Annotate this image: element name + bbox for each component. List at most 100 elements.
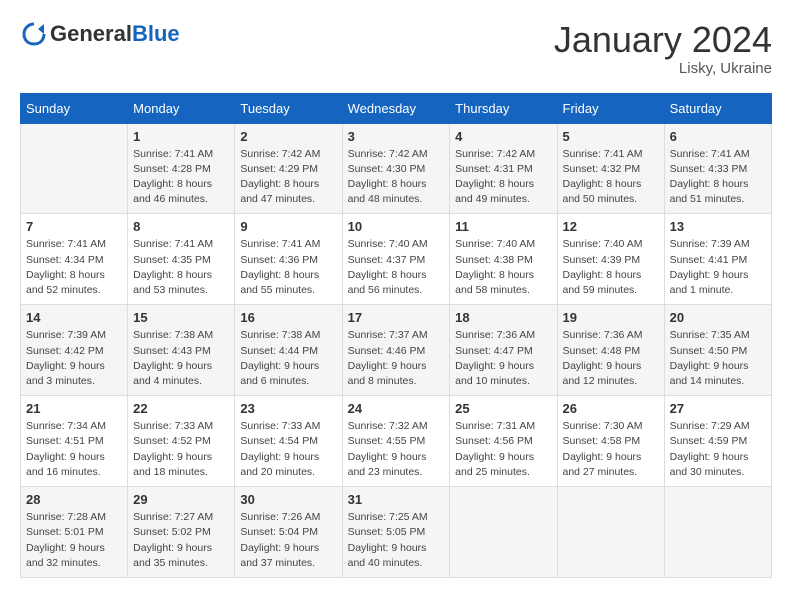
day-number: 14 bbox=[26, 310, 122, 325]
day-number: 23 bbox=[240, 401, 336, 416]
logo-icon bbox=[20, 20, 48, 48]
logo-general: General bbox=[50, 21, 132, 46]
calendar-cell: 11 Sunrise: 7:40 AMSunset: 4:38 PMDayligh… bbox=[450, 214, 557, 305]
day-detail: Sunrise: 7:39 AMSunset: 4:41 PMDaylight:… bbox=[670, 237, 766, 298]
month-title: January 2024 bbox=[554, 20, 772, 60]
day-detail: Sunrise: 7:38 AMSunset: 4:44 PMDaylight:… bbox=[240, 328, 336, 389]
day-number: 28 bbox=[26, 492, 122, 507]
day-detail: Sunrise: 7:38 AMSunset: 4:43 PMDaylight:… bbox=[133, 328, 229, 389]
day-detail: Sunrise: 7:41 AMSunset: 4:33 PMDaylight:… bbox=[670, 147, 766, 208]
logo: GeneralBlue bbox=[20, 20, 180, 48]
calendar-cell: 16 Sunrise: 7:38 AMSunset: 4:44 PMDayligh… bbox=[235, 305, 342, 396]
weekday-header-monday: Monday bbox=[128, 93, 235, 123]
day-detail: Sunrise: 7:42 AMSunset: 4:30 PMDaylight:… bbox=[348, 147, 445, 208]
day-detail: Sunrise: 7:33 AMSunset: 4:54 PMDaylight:… bbox=[240, 419, 336, 480]
day-detail: Sunrise: 7:36 AMSunset: 4:48 PMDaylight:… bbox=[563, 328, 659, 389]
day-number: 4 bbox=[455, 129, 551, 144]
day-number: 26 bbox=[563, 401, 659, 416]
day-detail: Sunrise: 7:31 AMSunset: 4:56 PMDaylight:… bbox=[455, 419, 551, 480]
weekday-header-tuesday: Tuesday bbox=[235, 93, 342, 123]
day-number: 2 bbox=[240, 129, 336, 144]
day-detail: Sunrise: 7:35 AMSunset: 4:50 PMDaylight:… bbox=[670, 328, 766, 389]
calendar-cell: 4 Sunrise: 7:42 AMSunset: 4:31 PMDaylight… bbox=[450, 123, 557, 214]
calendar-cell: 23 Sunrise: 7:33 AMSunset: 4:54 PMDayligh… bbox=[235, 396, 342, 487]
calendar-cell: 27 Sunrise: 7:29 AMSunset: 4:59 PMDayligh… bbox=[664, 396, 771, 487]
day-detail: Sunrise: 7:25 AMSunset: 5:05 PMDaylight:… bbox=[348, 510, 445, 571]
calendar-cell: 25 Sunrise: 7:31 AMSunset: 4:56 PMDayligh… bbox=[450, 396, 557, 487]
day-number: 29 bbox=[133, 492, 229, 507]
day-detail: Sunrise: 7:28 AMSunset: 5:01 PMDaylight:… bbox=[26, 510, 122, 571]
day-detail: Sunrise: 7:41 AMSunset: 4:35 PMDaylight:… bbox=[133, 237, 229, 298]
day-detail: Sunrise: 7:36 AMSunset: 4:47 PMDaylight:… bbox=[455, 328, 551, 389]
calendar-cell: 14 Sunrise: 7:39 AMSunset: 4:42 PMDayligh… bbox=[21, 305, 128, 396]
day-detail: Sunrise: 7:26 AMSunset: 5:04 PMDaylight:… bbox=[240, 510, 336, 571]
day-number: 19 bbox=[563, 310, 659, 325]
day-number: 22 bbox=[133, 401, 229, 416]
day-number: 11 bbox=[455, 219, 551, 234]
calendar-table: SundayMondayTuesdayWednesdayThursdayFrid… bbox=[20, 93, 772, 578]
day-detail: Sunrise: 7:33 AMSunset: 4:52 PMDaylight:… bbox=[133, 419, 229, 480]
calendar-cell: 28 Sunrise: 7:28 AMSunset: 5:01 PMDayligh… bbox=[21, 487, 128, 578]
day-number: 15 bbox=[133, 310, 229, 325]
day-number: 25 bbox=[455, 401, 551, 416]
calendar-cell: 9 Sunrise: 7:41 AMSunset: 4:36 PMDaylight… bbox=[235, 214, 342, 305]
day-number: 31 bbox=[348, 492, 445, 507]
weekday-header-friday: Friday bbox=[557, 93, 664, 123]
calendar-cell: 19 Sunrise: 7:36 AMSunset: 4:48 PMDayligh… bbox=[557, 305, 664, 396]
day-number: 12 bbox=[563, 219, 659, 234]
day-detail: Sunrise: 7:41 AMSunset: 4:28 PMDaylight:… bbox=[133, 147, 229, 208]
calendar-cell: 31 Sunrise: 7:25 AMSunset: 5:05 PMDayligh… bbox=[342, 487, 450, 578]
calendar-cell: 21Sunrise: 7:34 AMSunset: 4:51 PMDayligh… bbox=[21, 396, 128, 487]
weekday-header-saturday: Saturday bbox=[664, 93, 771, 123]
day-detail: Sunrise: 7:42 AMSunset: 4:29 PMDaylight:… bbox=[240, 147, 336, 208]
day-detail: Sunrise: 7:27 AMSunset: 5:02 PMDaylight:… bbox=[133, 510, 229, 571]
calendar-cell bbox=[21, 123, 128, 214]
page-header: GeneralBlue January 2024 Lisky, Ukraine bbox=[20, 20, 772, 77]
day-number: 18 bbox=[455, 310, 551, 325]
title-block: January 2024 Lisky, Ukraine bbox=[554, 20, 772, 77]
day-number: 16 bbox=[240, 310, 336, 325]
weekday-header-wednesday: Wednesday bbox=[342, 93, 450, 123]
calendar-cell: 13Sunrise: 7:39 AMSunset: 4:41 PMDayligh… bbox=[664, 214, 771, 305]
day-number: 10 bbox=[348, 219, 445, 234]
day-number: 9 bbox=[240, 219, 336, 234]
day-number: 30 bbox=[240, 492, 336, 507]
calendar-cell: 1 Sunrise: 7:41 AMSunset: 4:28 PMDaylight… bbox=[128, 123, 235, 214]
weekday-header-sunday: Sunday bbox=[21, 93, 128, 123]
calendar-cell: 8 Sunrise: 7:41 AMSunset: 4:35 PMDaylight… bbox=[128, 214, 235, 305]
weekday-header-thursday: Thursday bbox=[450, 93, 557, 123]
day-number: 8 bbox=[133, 219, 229, 234]
day-detail: Sunrise: 7:41 AMSunset: 4:34 PMDaylight:… bbox=[26, 237, 122, 298]
day-detail: Sunrise: 7:40 AMSunset: 4:38 PMDaylight:… bbox=[455, 237, 551, 298]
calendar-cell: 3Sunrise: 7:42 AMSunset: 4:30 PMDaylight… bbox=[342, 123, 450, 214]
calendar-cell: 17Sunrise: 7:37 AMSunset: 4:46 PMDayligh… bbox=[342, 305, 450, 396]
day-number: 7 bbox=[26, 219, 122, 234]
calendar-cell: 7 Sunrise: 7:41 AMSunset: 4:34 PMDaylight… bbox=[21, 214, 128, 305]
logo-blue: Blue bbox=[132, 21, 180, 46]
day-detail: Sunrise: 7:42 AMSunset: 4:31 PMDaylight:… bbox=[455, 147, 551, 208]
day-detail: Sunrise: 7:32 AMSunset: 4:55 PMDaylight:… bbox=[348, 419, 445, 480]
day-detail: Sunrise: 7:40 AMSunset: 4:39 PMDaylight:… bbox=[563, 237, 659, 298]
calendar-cell: 30 Sunrise: 7:26 AMSunset: 5:04 PMDayligh… bbox=[235, 487, 342, 578]
day-detail: Sunrise: 7:37 AMSunset: 4:46 PMDaylight:… bbox=[348, 328, 445, 389]
day-number: 24 bbox=[348, 401, 445, 416]
location: Lisky, Ukraine bbox=[554, 60, 772, 77]
calendar-cell: 2 Sunrise: 7:42 AMSunset: 4:29 PMDaylight… bbox=[235, 123, 342, 214]
day-detail: Sunrise: 7:40 AMSunset: 4:37 PMDaylight:… bbox=[348, 237, 445, 298]
calendar-cell: 6Sunrise: 7:41 AMSunset: 4:33 PMDaylight… bbox=[664, 123, 771, 214]
calendar-cell: 22 Sunrise: 7:33 AMSunset: 4:52 PMDayligh… bbox=[128, 396, 235, 487]
day-detail: Sunrise: 7:39 AMSunset: 4:42 PMDaylight:… bbox=[26, 328, 122, 389]
day-number: 1 bbox=[133, 129, 229, 144]
day-number: 27 bbox=[670, 401, 766, 416]
day-detail: Sunrise: 7:41 AMSunset: 4:36 PMDaylight:… bbox=[240, 237, 336, 298]
calendar-cell: 29 Sunrise: 7:27 AMSunset: 5:02 PMDayligh… bbox=[128, 487, 235, 578]
calendar-cell: 12 Sunrise: 7:40 AMSunset: 4:39 PMDayligh… bbox=[557, 214, 664, 305]
day-detail: Sunrise: 7:29 AMSunset: 4:59 PMDaylight:… bbox=[670, 419, 766, 480]
calendar-cell: 20Sunrise: 7:35 AMSunset: 4:50 PMDayligh… bbox=[664, 305, 771, 396]
calendar-cell: 26 Sunrise: 7:30 AMSunset: 4:58 PMDayligh… bbox=[557, 396, 664, 487]
day-number: 5 bbox=[563, 129, 659, 144]
day-detail: Sunrise: 7:30 AMSunset: 4:58 PMDaylight:… bbox=[563, 419, 659, 480]
calendar-cell: 10 Sunrise: 7:40 AMSunset: 4:37 PMDayligh… bbox=[342, 214, 450, 305]
calendar-cell: 18 Sunrise: 7:36 AMSunset: 4:47 PMDayligh… bbox=[450, 305, 557, 396]
day-detail: Sunrise: 7:34 AMSunset: 4:51 PMDaylight:… bbox=[26, 419, 122, 480]
